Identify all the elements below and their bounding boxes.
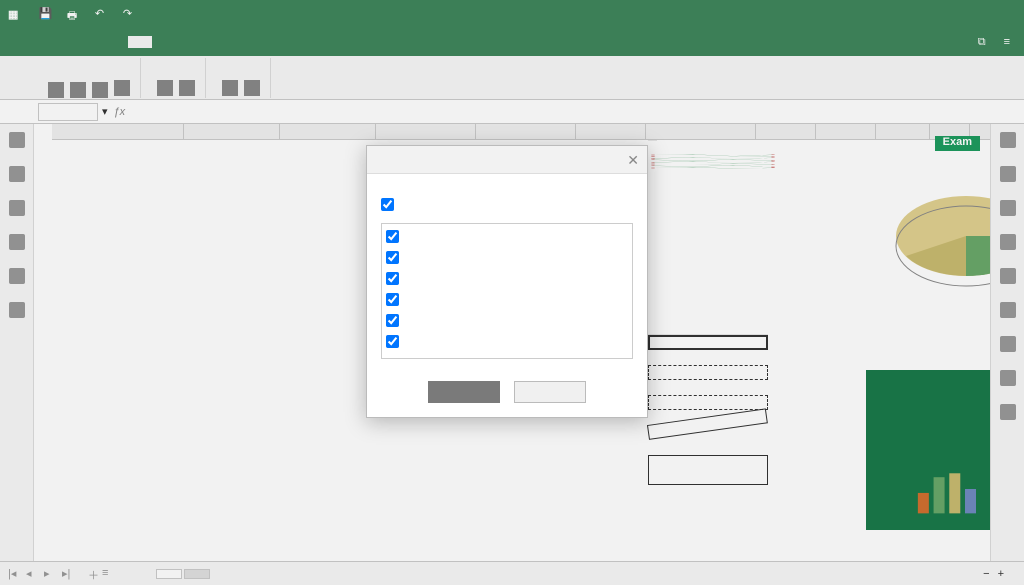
column-checkbox[interactable]: [386, 291, 628, 308]
column-checkbox[interactable]: [386, 333, 628, 350]
column-checkbox[interactable]: [386, 270, 628, 287]
remove-duplicates-dialog: ✕: [366, 145, 648, 418]
columns-list: [381, 223, 633, 359]
ok-button[interactable]: [428, 381, 500, 403]
column-checkbox[interactable]: [386, 312, 628, 329]
close-icon[interactable]: ✕: [627, 152, 639, 169]
select-all-checkbox[interactable]: [386, 228, 628, 245]
my-data-headers-checkbox[interactable]: [381, 198, 633, 211]
cancel-button[interactable]: [514, 381, 586, 403]
column-checkbox[interactable]: [386, 249, 628, 266]
